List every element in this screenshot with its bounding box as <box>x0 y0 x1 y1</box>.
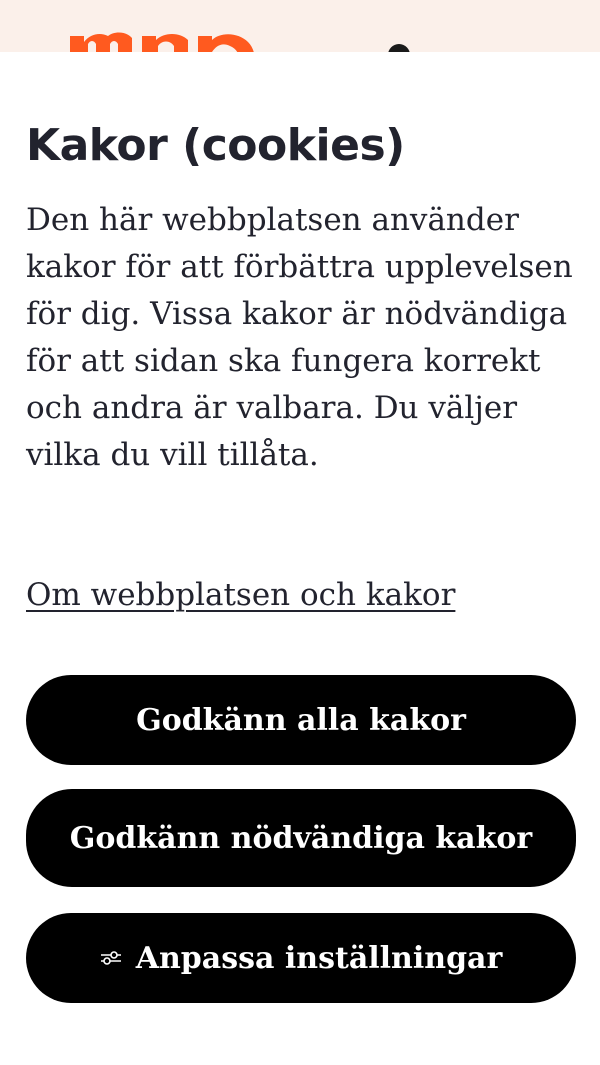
customize-settings-button[interactable]: Anpassa inställningar <box>26 913 576 1003</box>
about-cookies-link[interactable]: Om webbplatsen och kakor <box>26 572 455 619</box>
sliders-icon <box>100 951 121 965</box>
accept-all-button-label: Godkänn alla kakor <box>136 702 466 738</box>
accept-necessary-button[interactable]: Godkänn nödvändiga kakor <box>26 789 576 887</box>
cookie-consent-dialog: Kakor (cookies) Den här webbplatsen anvä… <box>0 52 600 1065</box>
page: Kakor (cookies) Den här webbplatsen anvä… <box>0 0 600 1065</box>
accept-necessary-button-label: Godkänn nödvändiga kakor <box>69 820 533 856</box>
customize-settings-button-label: Anpassa inställningar <box>135 940 503 976</box>
dialog-title: Kakor (cookies) <box>26 120 405 171</box>
site-header <box>0 0 600 52</box>
accept-all-button[interactable]: Godkänn alla kakor <box>26 675 576 765</box>
header-menu-icon[interactable] <box>388 44 410 52</box>
mp-logo-icon <box>70 32 254 52</box>
dialog-description: Den här webbplatsen använder kakor för a… <box>26 202 573 473</box>
